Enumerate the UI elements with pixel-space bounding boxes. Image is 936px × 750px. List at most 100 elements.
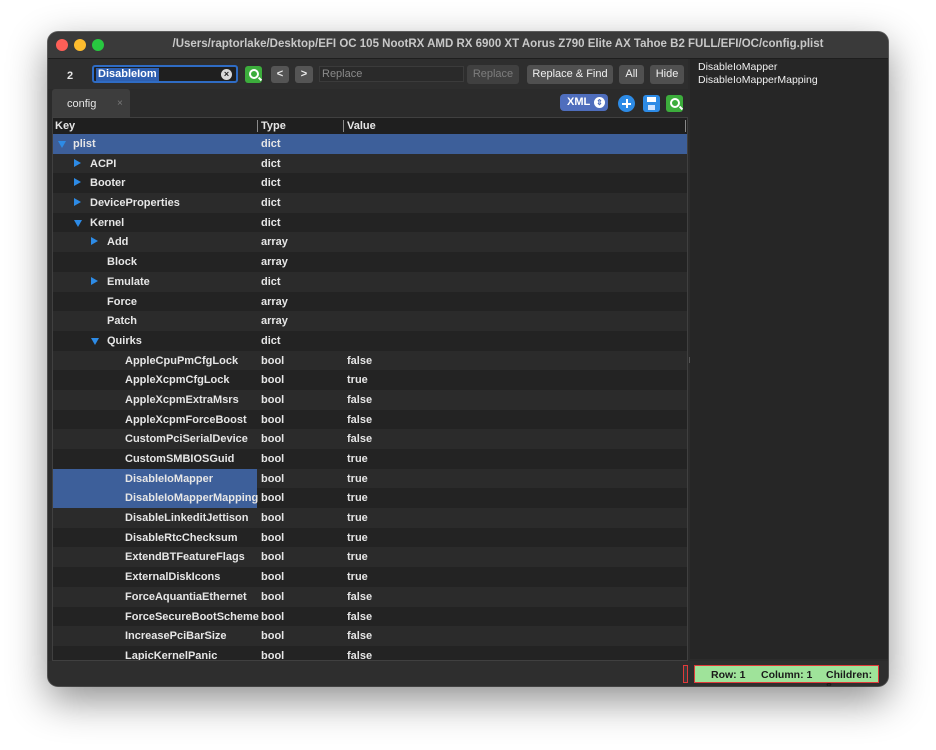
key-cell[interactable]: DisableIoMapper (53, 468, 257, 489)
row-value[interactable]: false (347, 355, 372, 367)
tree-row[interactable]: ForceAquantiaEthernet bool false (53, 586, 687, 607)
row-value[interactable]: false (347, 433, 372, 445)
key-cell[interactable]: AppleXcpmForceBoost (53, 410, 257, 430)
tree-row[interactable]: Emulate dict (53, 271, 687, 292)
splitter-handle[interactable] (689, 357, 690, 363)
row-value[interactable]: false (347, 611, 372, 623)
disclosure-collapsed-icon[interactable] (91, 237, 98, 246)
tree-row[interactable]: AppleCpuPmCfgLock bool false (53, 350, 687, 371)
disclosure-collapsed-icon[interactable] (74, 158, 81, 167)
column-separator[interactable] (685, 120, 686, 132)
row-type[interactable]: array (261, 296, 288, 308)
row-value[interactable]: true (347, 473, 368, 485)
row-type[interactable]: bool (261, 374, 284, 386)
row-type[interactable]: bool (261, 414, 284, 426)
column-key[interactable]: Key (55, 120, 75, 132)
replace-all-button[interactable]: All (619, 65, 644, 84)
tree-row[interactable]: Quirks dict (53, 330, 687, 351)
disclosure-expanded-icon[interactable] (58, 141, 66, 148)
row-value[interactable]: true (347, 453, 368, 465)
key-cell[interactable]: AppleXcpmCfgLock (53, 370, 257, 390)
tree-row[interactable]: Kernel dict (53, 212, 687, 233)
column-type[interactable]: Type (261, 120, 286, 132)
key-cell[interactable]: Kernel (53, 213, 257, 233)
result-item[interactable]: DisableIoMapperMapping (698, 74, 818, 86)
row-value[interactable]: false (347, 630, 372, 642)
row-type[interactable]: bool (261, 650, 284, 660)
row-type[interactable]: array (261, 256, 288, 268)
next-match-button[interactable]: > (295, 66, 313, 83)
row-type[interactable]: bool (261, 591, 284, 603)
tree-row[interactable]: ACPI dict (53, 153, 687, 174)
tree-row[interactable]: LapicKernelPanic bool false (53, 645, 687, 660)
disclosure-collapsed-icon[interactable] (91, 276, 98, 285)
row-value[interactable]: true (347, 492, 368, 504)
column-separator[interactable] (343, 120, 344, 132)
key-cell[interactable]: LapicKernelPanic (53, 646, 257, 660)
add-item-icon[interactable] (618, 95, 635, 112)
tree-row[interactable]: Patch array (53, 311, 687, 331)
tree-row[interactable]: IncreasePciBarSize bool false (53, 626, 687, 646)
minimize-window-button[interactable] (74, 39, 86, 51)
row-type[interactable]: bool (261, 492, 284, 504)
row-type[interactable]: bool (261, 453, 284, 465)
row-type[interactable]: array (261, 315, 288, 327)
tree-row[interactable]: AppleXcpmForceBoost bool false (53, 409, 687, 430)
tree-row[interactable]: DisableIoMapper bool true (53, 468, 687, 489)
key-cell[interactable]: Emulate (53, 272, 257, 292)
disclosure-collapsed-icon[interactable] (74, 198, 81, 207)
key-cell[interactable]: ExtendBTFeatureFlags (53, 547, 257, 567)
row-value[interactable]: true (347, 532, 368, 544)
tree-row[interactable]: DeviceProperties dict (53, 193, 687, 213)
row-value[interactable]: false (347, 394, 372, 406)
row-type[interactable]: bool (261, 355, 284, 367)
result-item[interactable]: DisableIoMapper (698, 61, 777, 73)
key-cell[interactable]: DeviceProperties (53, 193, 257, 213)
hide-findbar-button[interactable]: Hide (650, 65, 684, 84)
row-type[interactable]: dict (261, 335, 281, 347)
key-cell[interactable]: DisableRtcChecksum (53, 528, 257, 548)
tree-row[interactable]: plist dict (53, 134, 687, 154)
tab-config[interactable]: config × (52, 89, 130, 117)
replace-input[interactable] (320, 67, 463, 81)
tree-row[interactable]: CustomPciSerialDevice bool false (53, 429, 687, 449)
row-type[interactable]: bool (261, 611, 284, 623)
row-type[interactable]: bool (261, 551, 284, 563)
key-cell[interactable]: ExternalDiskIcons (53, 567, 257, 587)
disclosure-collapsed-icon[interactable] (74, 178, 81, 187)
search-input[interactable]: DisableIom × (92, 65, 238, 83)
key-cell[interactable]: Add (53, 232, 257, 252)
row-type[interactable]: dict (261, 276, 281, 288)
row-type[interactable]: dict (261, 217, 281, 229)
tree-row[interactable]: CustomSMBIOSGuid bool true (53, 449, 687, 469)
replace-field[interactable] (319, 66, 464, 82)
disclosure-expanded-icon[interactable] (91, 337, 99, 345)
key-cell[interactable]: DisableLinkeditJettison (53, 508, 257, 528)
row-value[interactable]: true (347, 571, 368, 583)
row-type[interactable]: bool (261, 473, 284, 485)
save-icon[interactable] (643, 95, 660, 112)
replace-button[interactable]: Replace (467, 65, 519, 84)
tab-close-icon[interactable]: × (117, 98, 123, 109)
tree-row[interactable]: ExternalDiskIcons bool true (53, 567, 687, 587)
tree-row[interactable]: AppleXcpmCfgLock bool true (53, 370, 687, 390)
key-cell[interactable]: Patch (53, 311, 257, 331)
row-type[interactable]: dict (261, 177, 281, 189)
row-value[interactable]: true (347, 551, 368, 563)
tree-row[interactable]: DisableLinkeditJettison bool true (53, 508, 687, 528)
key-cell[interactable]: Quirks (53, 331, 257, 351)
replace-and-find-button[interactable]: Replace & Find (527, 65, 613, 84)
disclosure-expanded-icon[interactable] (74, 219, 82, 227)
key-cell[interactable]: Block (53, 252, 257, 272)
tree-row[interactable]: ExtendBTFeatureFlags bool true (53, 547, 687, 568)
key-cell[interactable]: ForceAquantiaEthernet (53, 587, 257, 607)
close-window-button[interactable] (56, 39, 68, 51)
format-select[interactable]: XML ⇕ (560, 94, 608, 111)
key-cell[interactable]: AppleCpuPmCfgLock (53, 351, 257, 371)
key-cell[interactable]: Booter (53, 173, 257, 193)
tree-row[interactable]: Add array (53, 232, 687, 253)
row-type[interactable]: dict (261, 197, 281, 209)
key-cell[interactable]: ForceSecureBootScheme (53, 607, 259, 627)
tree-row[interactable]: AppleXcpmExtraMsrs bool false (53, 389, 687, 410)
tree-row[interactable]: ForceSecureBootScheme bool false (53, 606, 687, 627)
